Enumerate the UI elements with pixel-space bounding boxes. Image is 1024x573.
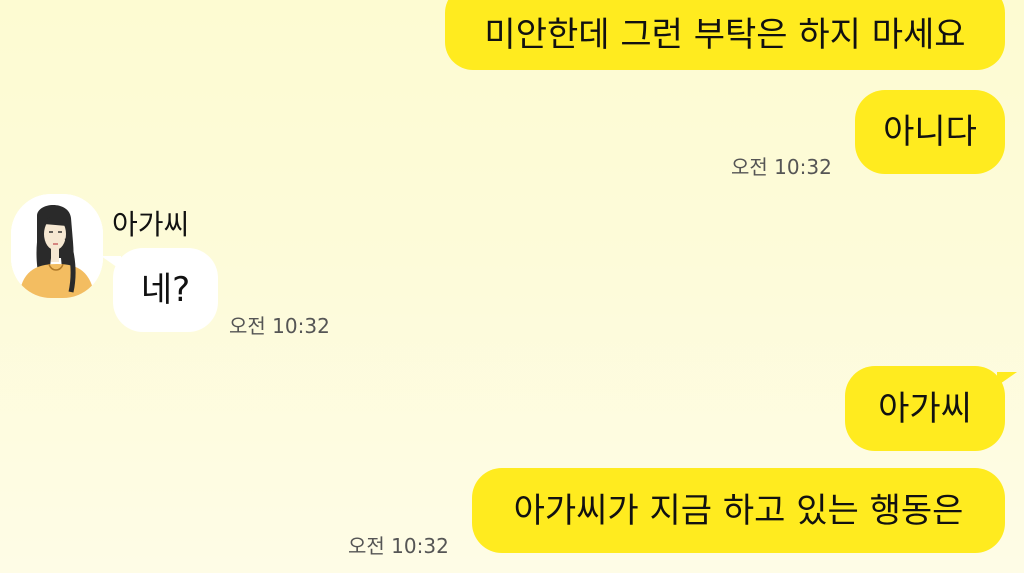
- woman-portrait-avatar-icon: [11, 194, 103, 298]
- outgoing-message-bubble[interactable]: 아가씨: [845, 366, 1017, 451]
- message-timestamp: 오전 10:32: [229, 314, 330, 338]
- message-text: 아가씨가 지금 하고 있는 행동은: [513, 490, 964, 531]
- message-text: 네?: [140, 270, 191, 310]
- message-text: 미안한데 그런 부탁은 하지 마세요: [484, 14, 966, 55]
- profile-avatar[interactable]: [11, 194, 103, 298]
- message-text: 아니다: [883, 112, 977, 152]
- sender-name: 아가씨: [112, 208, 190, 241]
- message-text: 아가씨: [878, 388, 972, 429]
- message-timestamp: 오전 10:32: [348, 534, 449, 558]
- incoming-message-bubble[interactable]: 네?: [101, 248, 218, 332]
- outgoing-message-bubble[interactable]: 아니다: [855, 90, 1005, 174]
- outgoing-message-bubble[interactable]: 미안한데 그런 부탁은 하지 마세요: [445, 0, 1005, 70]
- message-timestamp: 오전 10:32: [731, 155, 832, 179]
- outgoing-message-bubble[interactable]: 아가씨가 지금 하고 있는 행동은: [472, 468, 1005, 553]
- chat-window: 미안한데 그런 부탁은 하지 마세요 아니다 오전 10:32 아가씨 네? 오…: [0, 0, 1024, 573]
